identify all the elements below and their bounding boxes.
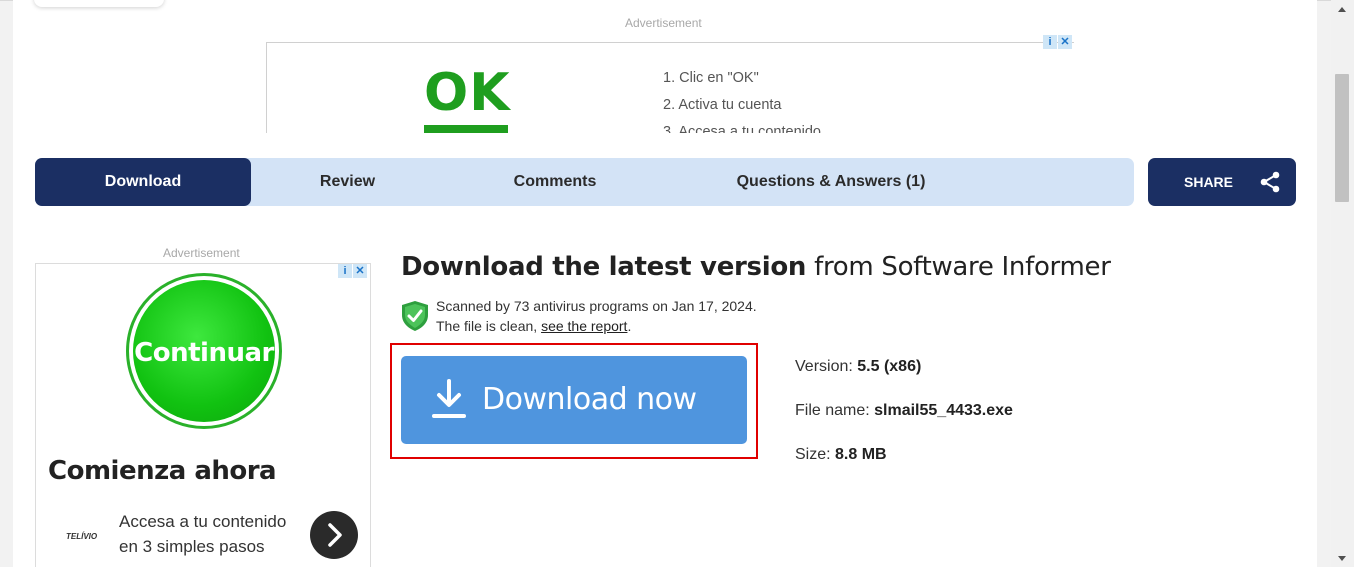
tab-review[interactable]: Review	[251, 158, 444, 206]
scan-result-period: .	[627, 318, 632, 334]
adchoices-info-icon[interactable]: i	[1043, 35, 1057, 49]
scrollbar-thumb[interactable]	[1335, 74, 1349, 202]
download-now-label: Download now	[482, 382, 697, 417]
scroll-up-arrow-icon[interactable]	[1338, 7, 1346, 12]
scan-result-text: The file is clean,	[436, 318, 542, 334]
see-report-link[interactable]: see the report	[541, 318, 627, 334]
vertical-scrollbar[interactable]	[1331, 0, 1354, 567]
tab-questions-answers[interactable]: Questions & Answers (1)	[666, 158, 996, 206]
side-ad-label: Advertisement	[163, 246, 240, 260]
ad-description: Accesa a tu contenido en 3 simples pasos	[119, 509, 286, 559]
ad-continue-circle: Continuar	[133, 280, 275, 422]
ad-ok-underline	[424, 125, 508, 133]
size-label: Size:	[795, 446, 836, 463]
ad-continue-button[interactable]: Continuar	[126, 273, 282, 429]
ad-close-icon[interactable]: ✕	[1058, 35, 1072, 49]
filename-info: File name: slmail55_4433.exe	[795, 402, 1013, 420]
ad-next-button[interactable]	[310, 511, 358, 559]
download-now-button[interactable]: Download now	[401, 356, 747, 444]
share-icon	[1260, 171, 1280, 193]
ad-close-icon[interactable]: ✕	[353, 264, 367, 278]
share-button[interactable]: SHARE	[1148, 158, 1296, 206]
top-ad-label: Advertisement	[625, 16, 702, 30]
scan-result: The file is clean, see the report.	[436, 318, 631, 334]
ad-step: 2. Activa tu cuenta	[663, 97, 782, 113]
version-info: Version: 5.5 (x86)	[795, 358, 921, 376]
scan-summary: Scanned by 73 antivirus programs on Jan …	[436, 298, 757, 314]
filename-label: File name:	[795, 402, 875, 419]
filename-value: slmail55_4433.exe	[874, 402, 1013, 419]
size-value: 8.8 MB	[835, 446, 887, 463]
side-ad-choices[interactable]: i ✕	[338, 264, 367, 278]
title-bold: Download the latest version	[401, 252, 807, 282]
scroll-down-arrow-icon[interactable]	[1338, 556, 1346, 561]
page-content: Advertisement OK 1. Clic en "OK" 2. Acti…	[13, 0, 1317, 567]
side-ad-banner[interactable]: Continuar Comienza ahora TELÍVIO Accesa …	[35, 263, 371, 567]
chevron-right-icon	[328, 523, 342, 547]
ad-step: 1. Clic en "OK"	[663, 70, 759, 86]
version-label: Version:	[795, 358, 858, 375]
top-card	[34, 0, 164, 7]
shield-check-icon	[402, 301, 428, 331]
ad-desc-line: en 3 simples pasos	[119, 537, 265, 556]
tab-bar: Download Review Comments Questions & Ans…	[35, 158, 1134, 206]
ad-steps-list: 1. Clic en "OK" 2. Activa tu cuenta 3. A…	[663, 65, 821, 133]
top-ad-banner[interactable]: OK 1. Clic en "OK" 2. Activa tu cuenta 3…	[266, 42, 1074, 133]
share-label: SHARE	[1184, 174, 1234, 190]
ad-brand-logo: TELÍVIO	[66, 532, 98, 541]
ad-ok-logo[interactable]: OK	[424, 63, 511, 123]
tab-comments[interactable]: Comments	[444, 158, 666, 206]
version-value: 5.5 (x86)	[857, 358, 922, 375]
download-icon	[432, 379, 466, 418]
ad-step: 3. Accesa a tu contenido	[663, 124, 821, 133]
ad-desc-line: Accesa a tu contenido	[119, 512, 287, 531]
ad-continue-label: Continuar	[134, 338, 274, 368]
size-info: Size: 8.8 MB	[795, 446, 887, 464]
adchoices-info-icon[interactable]: i	[338, 264, 352, 278]
title-rest: from Software Informer	[806, 252, 1111, 282]
top-ad-choices[interactable]: i ✕	[1043, 35, 1072, 49]
tab-download[interactable]: Download	[35, 158, 251, 206]
page-title: Download the latest version from Softwar…	[401, 252, 1111, 282]
ad-headline: Comienza ahora	[48, 456, 277, 486]
